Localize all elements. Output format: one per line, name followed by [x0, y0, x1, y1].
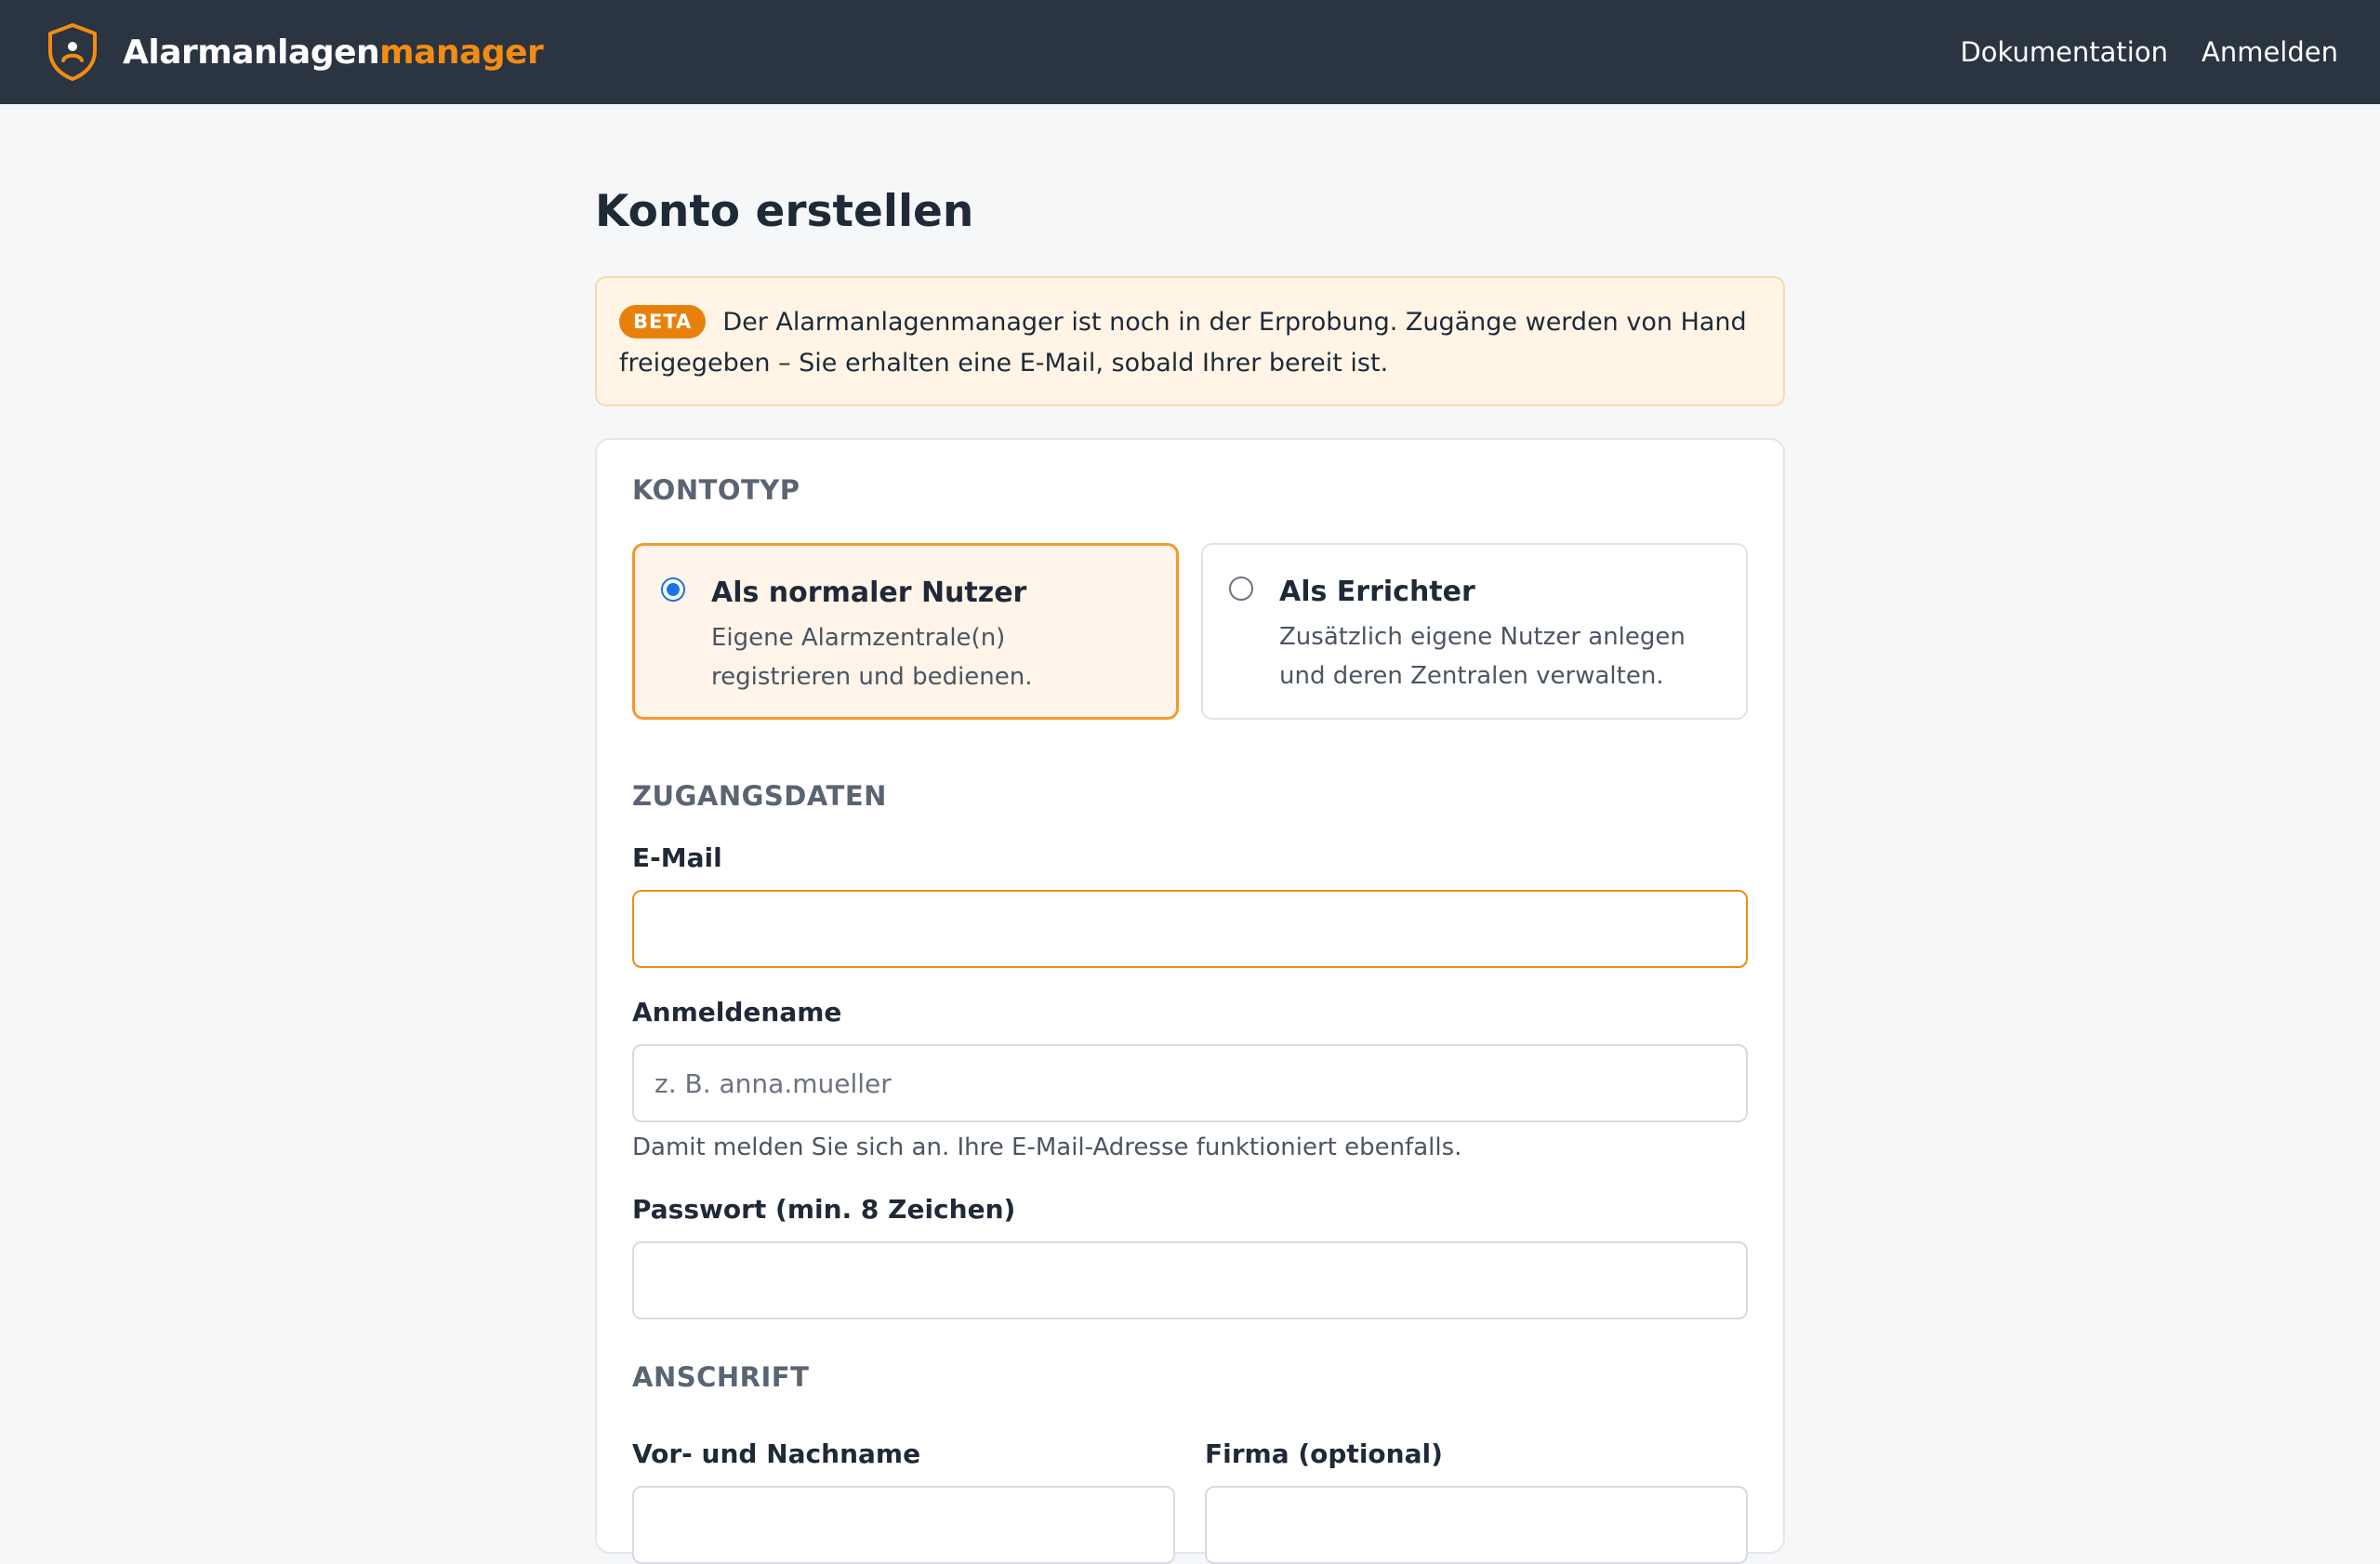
account-type-option-errichter[interactable]: Als Errichter Zusätzlich eigene Nutzer a…	[1201, 543, 1748, 720]
account-type-desc: Eigene Alarmzentrale(n) registrieren und…	[711, 624, 1033, 691]
section-label-kontotyp: KONTOTYP	[632, 474, 800, 506]
main-nav: Dokumentation Anmelden	[1926, 36, 2338, 68]
signup-main: Konto erstellen BETA Der Alarmanlagenmana…	[595, 104, 1785, 1564]
username-hint: Damit melden Sie sich an. Ihre E-Mail-Ad…	[632, 1133, 1462, 1161]
fullname-input[interactable]	[632, 1486, 1175, 1564]
beta-notice: BETA Der Alarmanlagenmanager ist noch in …	[595, 276, 1785, 406]
account-type-desc: Zusätzlich eigene Nutzer anlegen und der…	[1279, 623, 1686, 690]
radio-nutzer[interactable]	[661, 577, 685, 602]
top-navigation-bar: Alarmanlagenmanager Dokumentation Anmeld…	[0, 0, 2380, 104]
account-type-option-nutzer[interactable]: Als normaler Nutzer Eigene Alarmzentrale…	[632, 543, 1179, 720]
beta-notice-text: Der Alarmanlagenmanager ist noch in der …	[619, 308, 1747, 378]
email-label: E-Mail	[632, 842, 722, 873]
company-label: Firma (optional)	[1205, 1438, 1443, 1469]
account-type-title: Als Errichter	[1279, 576, 1475, 608]
section-label-anschrift: ANSCHRIFT	[632, 1361, 810, 1393]
company-input[interactable]	[1205, 1486, 1748, 1564]
nav-link-dokumentation[interactable]: Dokumentation	[1960, 36, 2168, 68]
signup-form-card: KONTOTYP Als normaler Nutzer Eigene Alar…	[595, 438, 1785, 1564]
brand-name: Alarmanlagenmanager	[123, 33, 544, 72]
email-input[interactable]	[632, 890, 1748, 968]
brand-logo[interactable]: Alarmanlagenmanager	[46, 21, 544, 83]
username-label: Anmeldename	[632, 997, 842, 1027]
section-label-zugangsdaten: ZUGANGSDATEN	[632, 780, 887, 812]
username-input[interactable]	[632, 1044, 1748, 1122]
nav-link-anmelden[interactable]: Anmelden	[2202, 36, 2338, 68]
shield-person-icon	[48, 23, 97, 81]
page-title: Konto erstellen	[595, 186, 974, 237]
radio-errichter[interactable]	[1229, 577, 1253, 601]
fullname-label: Vor- und Nachname	[632, 1438, 921, 1469]
beta-badge: BETA	[619, 305, 707, 338]
password-label: Passwort (min. 8 Zeichen)	[632, 1194, 1016, 1225]
account-type-title: Als normaler Nutzer	[711, 577, 1027, 609]
account-type-options: Als normaler Nutzer Eigene Alarmzentrale…	[632, 543, 1748, 720]
password-input[interactable]	[632, 1241, 1748, 1319]
address-row: Vor- und Nachname Firma (optional)	[632, 1441, 1748, 1564]
